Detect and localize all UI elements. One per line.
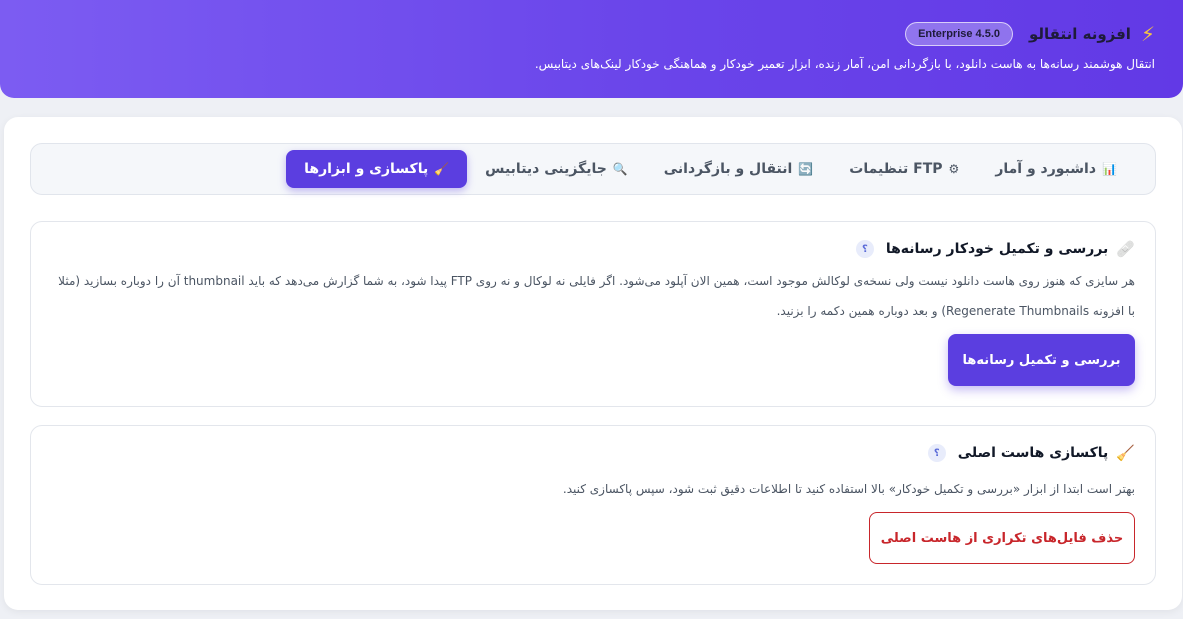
header-subtitle: انتقال هوشمند رسانه‌ها به هاست دانلود، ب… xyxy=(534,57,1155,71)
card-description: بهتر است ابتدا از ابزار «بررسی و تکمیل خ… xyxy=(562,482,1135,496)
card-header: 🧹 پاکسازی هاست اصلی ؟ xyxy=(927,444,1135,462)
bandage-icon: 🩹 xyxy=(1116,240,1135,258)
tab-dashboard[interactable]: 📊 داشبورد و آمار xyxy=(977,151,1135,187)
broom-icon: 🧹 xyxy=(434,162,450,176)
gear-icon: ⚙ xyxy=(948,162,960,176)
bolt-icon: ⚡ xyxy=(1140,22,1155,46)
main-panel: 📊 داشبورد و آمار ⚙ تنظیمات FTP 🔄 انتقال … xyxy=(4,117,1182,610)
broom-icon: 🧹 xyxy=(1116,444,1135,462)
card-description: هر سایزی که هنوز روی هاست دانلود نیست ول… xyxy=(58,274,1135,318)
tab-database-replace[interactable]: 🔍 جایگزینی دیتابیس xyxy=(467,151,646,187)
refresh-icon: 🔄 xyxy=(798,162,814,176)
card-header: 🩹 بررسی و تکمیل خودکار رسانه‌ها ؟ xyxy=(855,240,1135,258)
tab-label: تنظیمات FTP xyxy=(849,161,943,177)
delete-duplicates-button[interactable]: حذف فایل‌های تکراری از هاست اصلی xyxy=(869,512,1135,564)
tab-ftp-settings[interactable]: ⚙ تنظیمات FTP xyxy=(831,151,977,187)
repair-media-button[interactable]: بررسی و تکمیل رسانه‌ها xyxy=(948,334,1135,386)
tab-transfer-restore[interactable]: 🔄 انتقال و بازگردانی xyxy=(646,151,831,187)
tab-label: داشبورد و آمار xyxy=(995,161,1097,177)
help-icon[interactable]: ؟ xyxy=(855,240,874,258)
cleanup-host-card: 🧹 پاکسازی هاست اصلی ؟ بهتر است ابتدا از … xyxy=(30,425,1156,585)
header-banner: ⚡ افزونه انتقالو Enterprise 4.5.0 انتقال… xyxy=(0,0,1183,98)
tab-bar: 📊 داشبورد و آمار ⚙ تنظیمات FTP 🔄 انتقال … xyxy=(30,143,1156,195)
header-title-row: ⚡ افزونه انتقالو Enterprise 4.5.0 xyxy=(905,22,1155,46)
card-title: بررسی و تکمیل خودکار رسانه‌ها xyxy=(885,241,1109,257)
repair-media-card: 🩹 بررسی و تکمیل خودکار رسانه‌ها ؟ هر سای… xyxy=(30,221,1156,407)
tab-label: جایگزینی دیتابیس xyxy=(485,161,607,177)
help-icon[interactable]: ؟ xyxy=(927,444,946,462)
search-icon: 🔍 xyxy=(612,162,628,176)
version-badge: Enterprise 4.5.0 xyxy=(905,22,1014,46)
tab-label: انتقال و بازگردانی xyxy=(663,161,793,177)
app-title: افزونه انتقالو xyxy=(1029,25,1131,43)
tab-label: پاکسازی و ابزارها xyxy=(304,161,429,177)
tab-cleanup-tools[interactable]: 🧹 پاکسازی و ابزارها xyxy=(286,150,468,188)
chart-icon: 📊 xyxy=(1102,162,1117,176)
card-title: پاکسازی هاست اصلی xyxy=(957,445,1109,461)
